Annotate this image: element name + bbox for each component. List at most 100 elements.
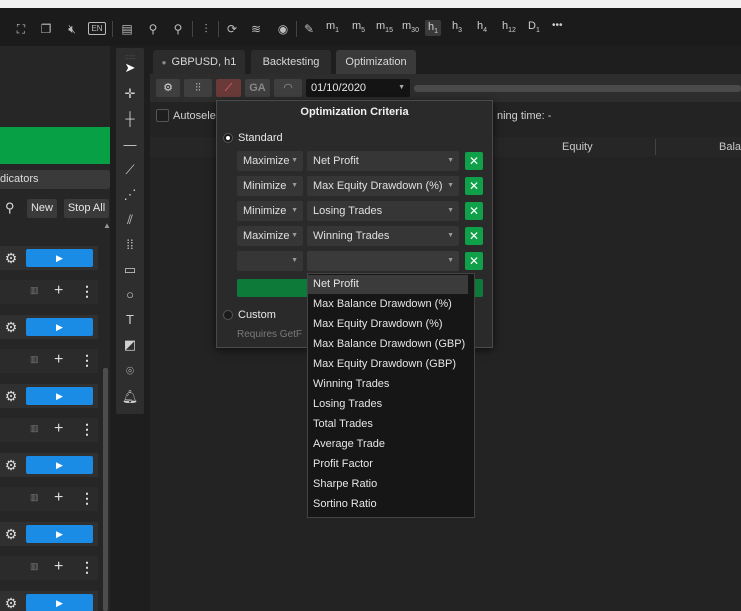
rectangle-icon[interactable]: ▭ xyxy=(116,262,144,278)
play-button[interactable]: ▶ xyxy=(26,387,93,405)
speed-gauge-icon[interactable]: ◠ xyxy=(274,79,302,97)
remove-criterion-button[interactable]: ✕ xyxy=(465,177,483,195)
timeframe-m1[interactable]: m1 xyxy=(326,20,339,34)
more-vertical-icon[interactable]: ⋮ xyxy=(80,420,94,438)
direction-select[interactable]: Minimize ▼ xyxy=(237,176,303,196)
dropdown-option[interactable]: Winning Trades xyxy=(308,375,474,394)
camera-icon[interactable]: ⌾ xyxy=(116,363,144,379)
gear-icon[interactable]: ⚙ xyxy=(3,595,19,611)
timeframe-h3[interactable]: h3 xyxy=(452,20,462,34)
direction-select[interactable]: Minimize ▼ xyxy=(237,201,303,221)
fill-icon[interactable]: ◩ xyxy=(116,337,144,353)
horizontal-line-icon[interactable]: — xyxy=(116,137,144,153)
remove-criterion-button[interactable]: ✕ xyxy=(465,202,483,220)
play-button[interactable]: ▶ xyxy=(26,249,93,267)
dropdown-option[interactable]: Max Balance Drawdown (%) xyxy=(308,295,474,314)
gear-icon[interactable]: ⚙ xyxy=(3,250,19,266)
column-equity[interactable]: Equity xyxy=(562,141,593,153)
more-vertical-icon[interactable]: ⋮ xyxy=(80,489,94,507)
more-icon[interactable]: ••• xyxy=(552,20,563,31)
play-button[interactable]: ▶ xyxy=(26,456,93,474)
dropdown-option[interactable]: Max Equity Drawdown (GBP) xyxy=(308,355,474,374)
direction-select[interactable]: ▼ xyxy=(237,251,303,271)
metric-select-open[interactable]: ▼ xyxy=(307,251,459,271)
scroll-up-icon[interactable]: ▲ xyxy=(103,221,111,230)
gear-icon[interactable]: ⚙ xyxy=(3,319,19,335)
dropdown-option[interactable]: Max Balance Drawdown (GBP) xyxy=(308,335,474,354)
add-icon[interactable]: + xyxy=(54,489,63,507)
zoom-in-icon[interactable]: ⚲ xyxy=(145,22,161,36)
start-date-select[interactable]: 01/10/2020 ▼ xyxy=(306,79,410,97)
dropdown-option[interactable]: Total Trades xyxy=(308,415,474,434)
settings-gear-icon[interactable]: ⚙ xyxy=(156,79,180,97)
alert-bell-icon[interactable]: 🔔︎ xyxy=(116,389,144,405)
timeframe-h4[interactable]: h4 xyxy=(477,20,487,34)
column-balance[interactable]: Bala xyxy=(719,141,741,153)
add-icon[interactable]: + xyxy=(54,282,63,300)
dropdown-option[interactable]: Net Profit xyxy=(308,275,468,294)
expand-icon[interactable]: ⛶ xyxy=(14,22,28,36)
autoselect-checkbox[interactable] xyxy=(156,109,169,122)
remove-criterion-button[interactable]: ✕ xyxy=(465,227,483,245)
remove-criterion-button[interactable]: ✕ xyxy=(465,152,483,170)
add-icon[interactable]: + xyxy=(54,420,63,438)
metric-select[interactable]: Winning Trades ▼ xyxy=(307,226,459,246)
metric-select[interactable]: Net Profit ▼ xyxy=(307,151,459,171)
scrollbar[interactable] xyxy=(103,368,108,611)
stop-all-button[interactable]: Stop All xyxy=(64,199,109,218)
grid-icon[interactable]: ⁞⁞ xyxy=(116,237,144,253)
search-icon[interactable]: ⚲ xyxy=(5,200,15,216)
green-banner[interactable] xyxy=(0,127,110,164)
tab-backtesting[interactable]: Backtesting xyxy=(251,50,331,74)
crosshair-icon[interactable]: ✛ xyxy=(116,86,144,102)
equity-chart-icon[interactable]: ⟋ xyxy=(216,79,241,97)
tab-gbpusd-h1[interactable]: ● GBPUSD, h1 xyxy=(153,50,245,74)
add-icon[interactable]: + xyxy=(54,558,63,576)
remove-criterion-button[interactable]: ✕ xyxy=(465,252,483,270)
standard-radio[interactable] xyxy=(223,133,233,143)
more-vertical-icon[interactable]: ⋮ xyxy=(80,558,94,576)
play-button[interactable]: ▶ xyxy=(26,525,93,543)
direction-select[interactable]: Maximize ▼ xyxy=(237,226,303,246)
parameters-icon[interactable]: ⫶⫶ xyxy=(184,79,212,97)
fibonacci-icon[interactable]: ⋰ xyxy=(116,187,144,203)
custom-radio[interactable] xyxy=(223,310,233,320)
timeframe-h12[interactable]: h12 xyxy=(502,20,516,34)
drawing-tools-icon[interactable]: ✎ xyxy=(301,22,317,36)
zoom-out-icon[interactable]: ⚲ xyxy=(170,22,186,36)
window-icon[interactable]: ❐ xyxy=(39,22,53,36)
layers-icon[interactable]: ≋ xyxy=(248,22,264,36)
more-vertical-icon[interactable]: ⋮ xyxy=(80,351,94,369)
timeframe-d1[interactable]: D1 xyxy=(528,20,540,34)
dropdown-option[interactable]: Sharpe Ratio xyxy=(308,475,474,494)
dot-crosshair-icon[interactable]: ┼ xyxy=(116,111,144,127)
pointer-icon[interactable]: ➤ xyxy=(116,60,144,76)
trend-line-icon[interactable]: ⟋ xyxy=(116,162,144,178)
dropdown-option[interactable]: Losing Trades xyxy=(308,395,474,414)
dropdown-option[interactable]: Max Equity Drawdown (%) xyxy=(308,315,474,334)
direction-select[interactable]: Maximize ▼ xyxy=(237,151,303,171)
metric-select[interactable]: Max Equity Drawdown (%) ▼ xyxy=(307,176,459,196)
text-icon[interactable]: T xyxy=(116,312,144,328)
more-vertical-icon[interactable]: ⋮ xyxy=(80,282,94,300)
timeframe-m5[interactable]: m5 xyxy=(352,20,365,34)
chart-type-icon[interactable]: ⫶ xyxy=(198,22,214,36)
timeframe-m30[interactable]: m30 xyxy=(402,20,419,34)
timeframe-m15[interactable]: m15 xyxy=(376,20,393,34)
new-button[interactable]: New xyxy=(27,199,57,218)
sync-icon[interactable]: ⟳ xyxy=(224,22,240,36)
eye-icon[interactable]: ◉ xyxy=(275,22,291,36)
gear-icon[interactable]: ⚙ xyxy=(3,526,19,542)
ellipse-icon[interactable]: ○ xyxy=(116,287,144,303)
timeframe-h1[interactable]: h1 xyxy=(425,20,442,37)
add-icon[interactable]: + xyxy=(54,351,63,369)
indicators-header[interactable]: dicators xyxy=(0,170,110,189)
language-badge[interactable]: EN xyxy=(88,22,106,35)
gear-icon[interactable]: ⚙ xyxy=(3,457,19,473)
channel-icon[interactable]: ⫽ xyxy=(116,212,144,228)
mute-icon[interactable]: 🔇︎ xyxy=(64,22,80,36)
metric-select[interactable]: Losing Trades ▼ xyxy=(307,201,459,221)
dropdown-option[interactable]: Profit Factor xyxy=(308,455,474,474)
dropdown-option[interactable]: Average Trade xyxy=(308,435,474,454)
ga-button[interactable]: GA xyxy=(245,79,270,97)
